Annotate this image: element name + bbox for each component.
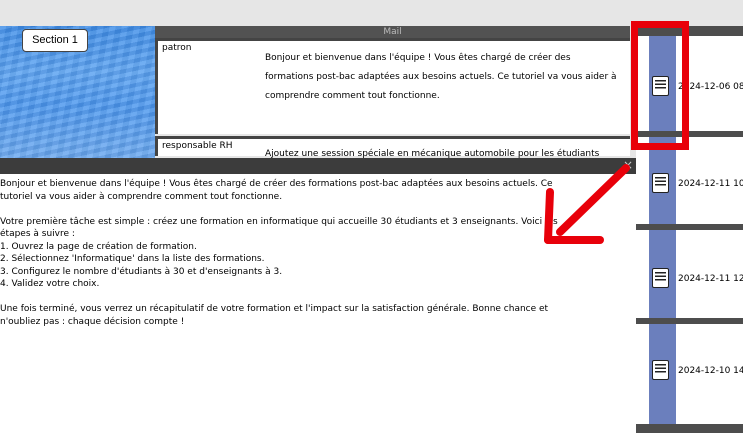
modal-line: n'oubliez pas : chaque décision compte ! — [0, 316, 185, 327]
notification-date: 2024-12-11 10 — [678, 179, 743, 189]
document-icon — [652, 173, 669, 193]
notification-panel: 2024-12-06 08 2024-12-11 10 2024-12-11 1… — [636, 26, 743, 433]
modal-line: 1. Ouvrez la page de création de formati… — [0, 241, 197, 252]
section-tab[interactable]: Section 1 — [22, 29, 88, 52]
mail-text: Bonjour et bienvenue dans l'équipe ! Vou… — [265, 53, 617, 101]
modal-line: Une fois terminé, vous verrez un récapit… — [0, 304, 549, 314]
mail-sender: responsable RH — [162, 141, 233, 151]
mail-row[interactable]: responsable RH Ajoutez une session spéci… — [155, 136, 630, 159]
modal-line: tutoriel va vous aider à comprendre comm… — [0, 191, 283, 202]
notification-item[interactable]: 2024-12-06 08 — [636, 36, 743, 131]
notification-date: 2024-12-10 14 — [678, 366, 743, 376]
mail-row[interactable]: patron Bonjour et bienvenue dans l'équip… — [155, 38, 630, 134]
modal-line: 4. Validez votre choix. — [0, 279, 100, 289]
notification-item[interactable]: 2024-12-11 10 — [636, 137, 743, 224]
modal-line: 3. Configurez le nombre d'étudiants à 30… — [0, 266, 283, 277]
modal-body: Bonjour et bienvenue dans l'équipe ! Vou… — [0, 178, 606, 328]
mail-header: Mail — [155, 26, 630, 38]
notification-date: 2024-12-11 12 — [678, 274, 743, 284]
mail-sender: patron — [162, 43, 192, 53]
document-icon — [652, 268, 669, 288]
notification-item[interactable]: 2024-12-10 14 — [636, 324, 743, 424]
modal-line: Votre première tâche est simple : créez … — [0, 216, 558, 227]
tutorial-modal: × Bonjour et bienvenue dans l'équipe ! V… — [0, 158, 636, 433]
modal-line: Bonjour et bienvenue dans l'équipe ! Vou… — [0, 179, 553, 189]
modal-line: étapes à suivre : — [0, 229, 75, 239]
notification-date: 2024-12-06 08 — [678, 82, 743, 92]
modal-title-bar: × — [0, 158, 636, 174]
document-icon — [652, 76, 669, 96]
notification-item[interactable]: 2024-12-11 12 — [636, 230, 743, 318]
modal-line: 2. Sélectionnez 'Informatique' dans la l… — [0, 254, 265, 264]
document-icon — [652, 360, 669, 380]
close-icon[interactable]: × — [623, 158, 633, 172]
